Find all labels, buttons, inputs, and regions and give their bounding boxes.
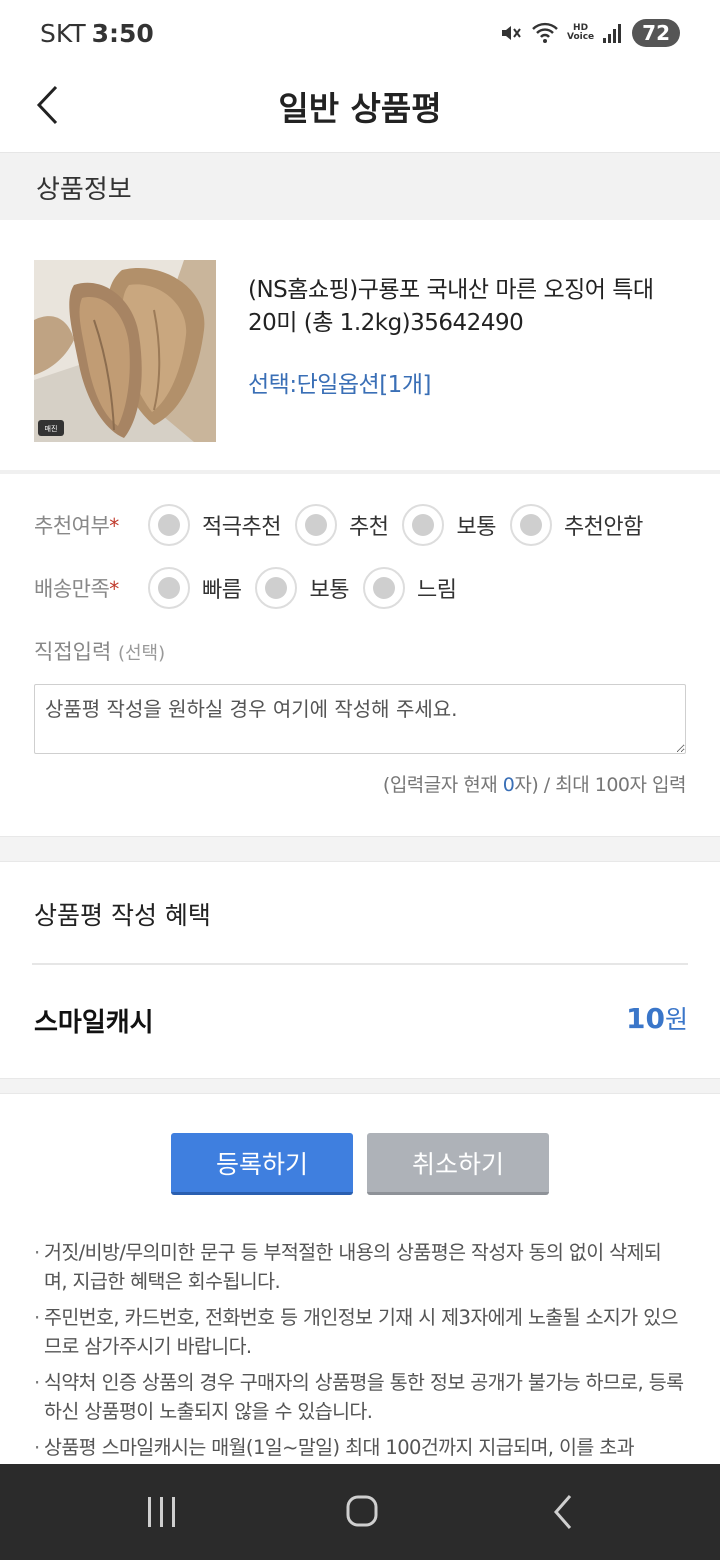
radio-fast[interactable]: 빠름 <box>148 567 242 609</box>
system-back-button[interactable] <box>542 1492 586 1532</box>
battery-level: 72 <box>642 21 670 45</box>
radio-recommend[interactable]: 추천 <box>294 504 389 546</box>
radio-label: 빠름 <box>202 578 242 603</box>
radio-label: 보통 <box>456 515 496 540</box>
radio-circle-icon[interactable] <box>402 504 445 546</box>
required-mark: * <box>109 514 119 538</box>
radio-circle-icon[interactable] <box>362 567 405 609</box>
product-info-header: 상품정보 <box>0 152 720 220</box>
char-count-prefix: (입력글자 현재 <box>382 774 503 796</box>
home-button[interactable] <box>340 1492 384 1532</box>
radio-circle-icon[interactable] <box>148 504 190 546</box>
benefit-title: 상품평 작성 혜택 <box>34 901 211 930</box>
radio-circle-icon[interactable] <box>509 504 552 546</box>
notice-item: 식약처 인증 상품의 경우 구매자의 상품평을 통한 정보 공개가 불가능 하므… <box>34 1368 684 1426</box>
signal-icon <box>603 24 622 43</box>
section-divider <box>0 1078 720 1094</box>
radio-label: 추천 <box>348 515 389 540</box>
recommend-label-text: 추천여부 <box>34 514 110 538</box>
page-title: 일반 상품평 <box>278 89 442 128</box>
status-carrier: SKT 3:50 <box>40 19 154 48</box>
review-page: SKT 3:50 HD Voice 72 일반 상품평 상품정보 매진 (NS홈… <box>0 0 720 1560</box>
notice-item: 주민번호, 카드번호, 전화번호 등 개인정보 기재 시 제3자에게 노출될 소… <box>34 1303 684 1361</box>
delivery-label: 배송만족* <box>34 573 148 603</box>
product-info-title: 상품정보 <box>36 175 132 205</box>
radio-label: 추천안함 <box>563 515 643 540</box>
radio-strongly-recommend[interactable]: 적극추천 <box>148 504 281 546</box>
chevron-left-icon <box>554 1495 572 1529</box>
direct-input-label: 직접입력 (선택) <box>34 636 165 666</box>
app-header: 일반 상품평 <box>0 66 720 152</box>
recommend-row: 추천여부* 적극추천 추천 보통 추천안함 <box>34 500 657 550</box>
smile-cash-amount: 10원 <box>626 1000 688 1036</box>
status-icons: HD Voice 72 <box>499 18 680 48</box>
radio-slow[interactable]: 느림 <box>362 567 457 609</box>
radio-label: 적극추천 <box>202 515 281 540</box>
char-count-value: 0 <box>502 774 515 796</box>
divider <box>0 470 720 474</box>
benefit-divider <box>32 963 688 965</box>
smile-cash-label: 스마일캐시 <box>34 1008 154 1038</box>
recents-icon <box>148 1497 175 1527</box>
status-bar: SKT 3:50 HD Voice 72 <box>0 0 720 66</box>
cash-amount-unit: 원 <box>664 1005 688 1034</box>
recommend-label: 추천여부* <box>34 510 148 540</box>
wifi-icon <box>532 22 558 43</box>
radio-circle-icon[interactable] <box>148 567 190 609</box>
status-time: 3:50 <box>91 19 154 48</box>
radio-label: 보통 <box>309 578 349 603</box>
product-name[interactable]: (NS홈쇼핑)구룡포 국내산 마른 오징어 특대 20미 (총 1.2kg)35… <box>248 274 688 340</box>
radio-label: 느림 <box>416 578 457 603</box>
section-divider <box>0 836 720 862</box>
required-mark: * <box>109 577 119 601</box>
optional-note: (선택) <box>117 643 166 664</box>
cash-amount-value: 10 <box>626 1002 665 1035</box>
cancel-button[interactable]: 취소하기 <box>367 1133 549 1195</box>
product-summary: 매진 (NS홈쇼핑)구룡포 국내산 마른 오징어 특대 20미 (총 1.2kg… <box>0 220 720 470</box>
notice-item: 상품평 스마일캐시는 매월(1일~말일) 최대 100건까지 지급되며, 이를 … <box>34 1433 684 1462</box>
notice-item: 거짓/비방/무의미한 문구 등 부적절한 내용의 상품평은 작성자 동의 없이 … <box>34 1238 684 1296</box>
register-button[interactable]: 등록하기 <box>171 1133 353 1195</box>
hd-voice-icon: HD Voice <box>567 24 594 42</box>
home-icon <box>346 1495 378 1527</box>
radio-normal[interactable]: 보통 <box>255 567 349 609</box>
radio-not-recommend[interactable]: 추천안함 <box>509 504 643 546</box>
product-option: 선택:단일옵션[1개] <box>248 372 431 398</box>
system-nav-bar <box>0 1464 720 1560</box>
hd-bottom-label: Voice <box>566 32 595 42</box>
review-textarea[interactable] <box>34 684 686 754</box>
product-image: 매진 <box>34 260 216 442</box>
notice-list: 거짓/비방/무의미한 문구 등 부적절한 내용의 상품평은 작성자 동의 없이 … <box>34 1238 684 1469</box>
radio-circle-icon[interactable] <box>294 504 337 546</box>
radio-neutral[interactable]: 보통 <box>402 504 496 546</box>
delivery-label-text: 배송만족 <box>34 577 110 601</box>
delivery-row: 배송만족* 빠름 보통 느림 <box>34 563 470 613</box>
battery-icon: 72 <box>632 19 680 47</box>
char-count: (입력글자 현재 0자) / 최대 100자 입력 <box>382 770 687 797</box>
radio-circle-icon[interactable] <box>255 567 298 609</box>
mute-icon <box>501 26 521 40</box>
direct-input-label-text: 직접입력 <box>34 640 112 664</box>
carrier-name: SKT <box>40 19 86 48</box>
image-badge: 매진 <box>45 424 58 433</box>
recents-button[interactable] <box>140 1492 184 1532</box>
char-count-suffix: 자) / 최대 100자 입력 <box>514 774 686 796</box>
